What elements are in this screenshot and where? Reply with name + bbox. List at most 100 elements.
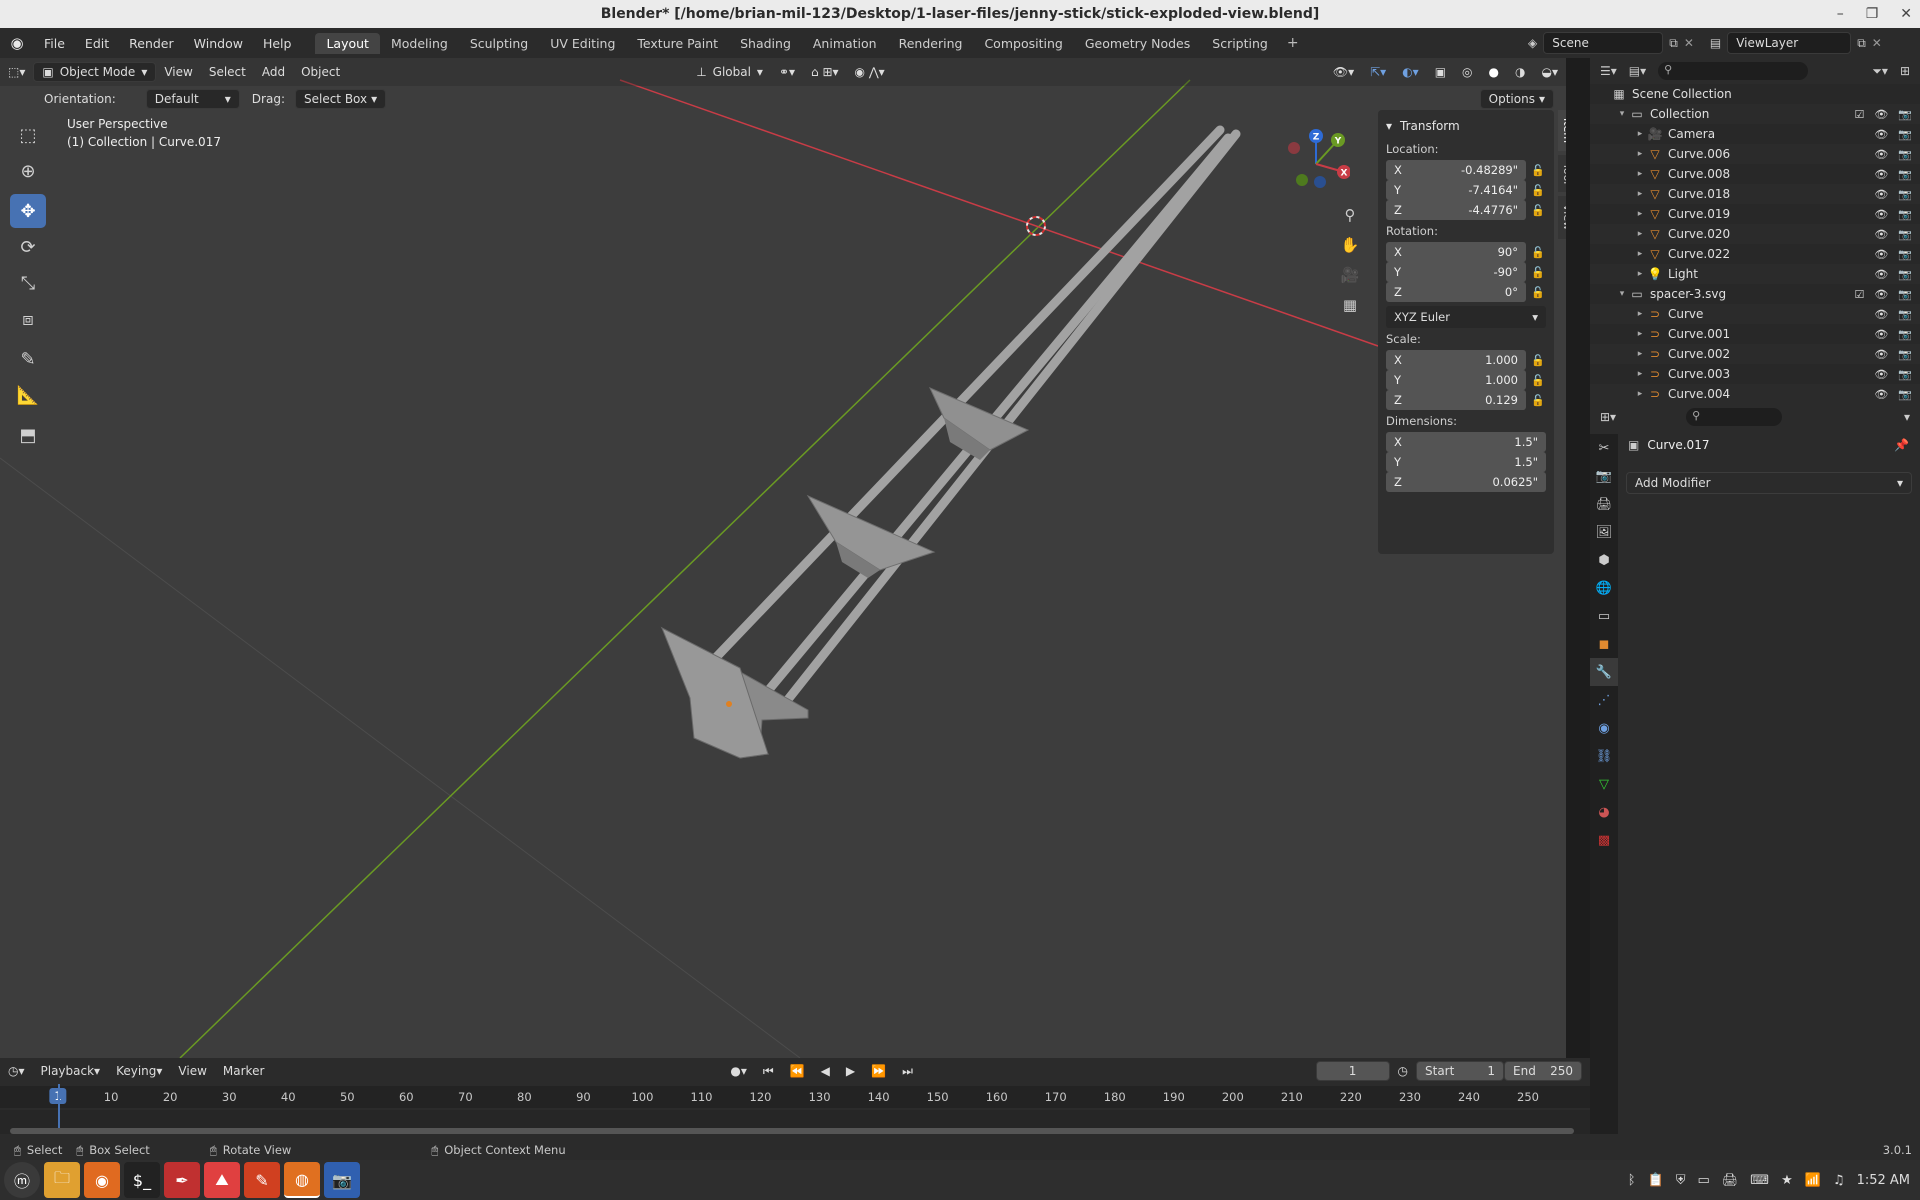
expand-right-icon[interactable]: ▸ (1634, 189, 1646, 199)
jump-end-icon[interactable]: ⏭ (894, 1061, 921, 1081)
dimensions-y-field[interactable]: Y 1.5" (1386, 452, 1546, 472)
menu-edit[interactable]: Edit (75, 36, 119, 51)
tab-item[interactable]: Item (1558, 110, 1566, 152)
lock-icon[interactable]: 🔓 (1530, 266, 1546, 279)
record-icon[interactable]: ●▾ (722, 1061, 755, 1081)
menu-view[interactable]: View (156, 62, 200, 82)
play-reverse-icon[interactable]: ◀ (813, 1061, 838, 1081)
scene-name-field[interactable]: Scene (1543, 32, 1664, 54)
outliner-row[interactable]: ▸ ⊃ Curve.003 👁 📷 (1590, 364, 1920, 384)
camera-render-icon[interactable]: 📷 (1898, 248, 1912, 261)
rotation-y-field[interactable]: Y -90° (1386, 262, 1526, 282)
outliner-row[interactable]: ▦ Scene Collection (1590, 84, 1920, 104)
blender-logo-icon[interactable]: ◉ (0, 34, 34, 52)
proportional-edit-icon[interactable]: ◉ ⋀▾ (847, 62, 893, 82)
star-icon[interactable]: ★ (1781, 1173, 1793, 1188)
rotation-z-field[interactable]: Z 0° (1386, 282, 1526, 302)
lock-icon[interactable]: 🔓 (1530, 394, 1546, 407)
add-cube-tool-icon[interactable]: ⬒ (10, 418, 46, 452)
tab-geometry-nodes[interactable]: Geometry Nodes (1074, 33, 1201, 54)
current-frame-field[interactable]: 1 (1315, 1061, 1390, 1081)
data-props-icon[interactable]: ▽ (1590, 770, 1618, 798)
new-scene-icon[interactable]: ⧉ (1669, 36, 1678, 51)
tab-uv-editing[interactable]: UV Editing (539, 33, 626, 54)
close-icon[interactable]: ✕ (1900, 6, 1912, 22)
expand-right-icon[interactable]: ▸ (1634, 269, 1646, 279)
start-frame-field[interactable]: Start 1 (1416, 1061, 1504, 1081)
navigation-gizmo[interactable]: Z Y X (1280, 124, 1350, 194)
lock-icon[interactable]: 🔓 (1530, 286, 1546, 299)
eye-icon[interactable]: 👁 (1874, 208, 1888, 221)
timeline-ruler[interactable]: 1102030405060708090100110120130140150160… (0, 1086, 1590, 1108)
eye-icon[interactable]: 👁 (1874, 168, 1888, 181)
tab-sculpting[interactable]: Sculpting (459, 33, 539, 54)
delete-viewlayer-icon[interactable]: ✕ (1872, 36, 1882, 50)
lock-icon[interactable]: 🔓 (1530, 164, 1546, 177)
pin-icon[interactable]: 📌 (1894, 438, 1909, 452)
files-app-icon[interactable]: 🗀 (44, 1162, 80, 1198)
add-workspace-icon[interactable]: + (1279, 35, 1307, 51)
xray-icon[interactable]: ▣ (1427, 62, 1454, 82)
scale-y-field[interactable]: Y 1.000 (1386, 370, 1526, 390)
camera-render-icon[interactable]: 📷 (1898, 368, 1912, 381)
jump-start-icon[interactable]: ⏮ (755, 1061, 782, 1081)
modifier-props-icon[interactable]: 🔧 (1590, 658, 1618, 686)
eye-icon[interactable]: 👁 (1874, 328, 1888, 341)
eye-icon[interactable]: 👁 (1874, 128, 1888, 141)
tab-shading[interactable]: Shading (729, 33, 802, 54)
shading-solid-icon[interactable]: ● (1481, 62, 1507, 82)
view-layer-props-icon[interactable]: 🖼 (1590, 518, 1618, 546)
menu-render[interactable]: Render (119, 36, 184, 51)
delete-scene-icon[interactable]: ✕ (1684, 36, 1694, 50)
menu-keying[interactable]: Keying ▾ (108, 1061, 170, 1081)
object-props-icon[interactable]: ◼ (1590, 630, 1618, 658)
outliner-row[interactable]: ▸ ▽ Curve.008 👁 📷 (1590, 164, 1920, 184)
terminal-app-icon[interactable]: $_ (124, 1162, 160, 1198)
orientation-selector[interactable]: Default ▾ (145, 89, 240, 109)
viewlayer-icon[interactable]: ▤ (1710, 36, 1721, 50)
collection-props-icon[interactable]: ▭ (1590, 602, 1618, 630)
transform-header[interactable]: ▾ Transform (1386, 114, 1546, 138)
bluetooth-icon[interactable]: ᛒ (1628, 1173, 1636, 1188)
outliner-search-input[interactable]: ⚲ (1658, 62, 1809, 80)
transform-tool-icon[interactable]: ⧈ (10, 302, 46, 336)
clipboard-icon[interactable]: 📋 (1648, 1173, 1664, 1188)
photos-app-icon[interactable]: ⛰ (204, 1162, 240, 1198)
3d-viewport[interactable]: ⬚▾ ▣ Object Mode ▾ View Select Add Object … (0, 58, 1566, 1058)
filter-icon[interactable]: ⏷▾ (1872, 64, 1888, 79)
tab-animation[interactable]: Animation (802, 33, 888, 54)
overlays-icon[interactable]: ◐▾ (1394, 62, 1427, 82)
particles-props-icon[interactable]: ⋰ (1590, 686, 1618, 714)
camera-render-icon[interactable]: 📷 (1898, 328, 1912, 341)
camera-render-icon[interactable]: 📷 (1898, 308, 1912, 321)
pivot-point-icon[interactable]: ⚭▾ (771, 62, 803, 82)
location-y-field[interactable]: Y -7.4164" (1386, 180, 1526, 200)
pan-hand-icon[interactable]: ✋ (1336, 230, 1364, 260)
expand-right-icon[interactable]: ▸ (1634, 149, 1646, 159)
scale-x-field[interactable]: X 1.000 (1386, 350, 1526, 370)
menu-add[interactable]: Add (254, 62, 293, 82)
editor-type-icon[interactable]: ◷▾ (0, 1061, 33, 1081)
texture-props-icon[interactable]: ▩ (1590, 826, 1618, 854)
printer-icon[interactable]: 🖨 (1722, 1173, 1739, 1188)
properties-search-input[interactable]: ⚲ (1686, 408, 1783, 426)
outliner-row[interactable]: ▸ 💡 Light 👁 📷 (1590, 264, 1920, 284)
viewlayer-name-field[interactable]: ViewLayer (1727, 32, 1852, 54)
menu-help[interactable]: Help (253, 36, 302, 51)
annotate-tool-icon[interactable]: ✎ (10, 342, 46, 376)
camera-render-icon[interactable]: 📷 (1898, 228, 1912, 241)
expand-right-icon[interactable]: ▸ (1634, 169, 1646, 179)
add-modifier-button[interactable]: Add Modifier ▾ (1626, 472, 1912, 494)
prev-keyframe-icon[interactable]: ⏪ (782, 1061, 813, 1081)
location-z-field[interactable]: Z -4.4776" (1386, 200, 1526, 220)
outliner-row[interactable]: ▾ ▭ Collection ☑ 👁 📷 (1590, 104, 1920, 124)
eye-icon[interactable]: 👁 (1874, 368, 1888, 381)
wifi-icon[interactable]: 📶 (1805, 1173, 1821, 1188)
update-shield-icon[interactable]: ⛨ (1676, 1173, 1686, 1188)
constraints-props-icon[interactable]: ⛓ (1590, 742, 1618, 770)
camera-render-icon[interactable]: 📷 (1898, 208, 1912, 221)
volume-icon[interactable]: ♫ (1833, 1173, 1845, 1188)
tab-compositing[interactable]: Compositing (973, 33, 1073, 54)
material-props-icon[interactable]: ◕ (1590, 798, 1618, 826)
camera-render-icon[interactable]: 📷 (1898, 128, 1912, 141)
